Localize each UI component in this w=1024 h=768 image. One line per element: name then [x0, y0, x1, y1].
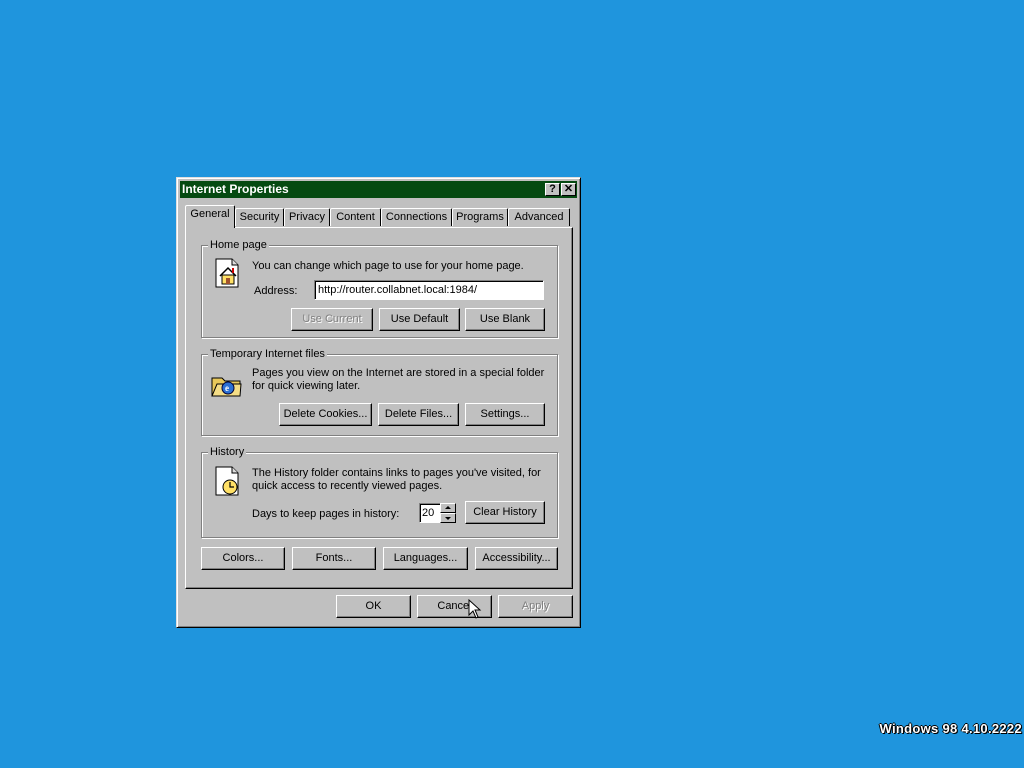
address-field[interactable] [314, 280, 544, 300]
accessibility-button[interactable]: Accessibility... [475, 547, 558, 570]
tab-content[interactable]: Content [330, 208, 381, 226]
fonts-button[interactable]: Fonts... [292, 547, 376, 570]
close-button[interactable]: ✕ [561, 183, 576, 196]
delete-cookies-button[interactable]: Delete Cookies... [279, 403, 372, 426]
history-description-line2: quick access to recently viewed pages. [252, 480, 443, 492]
temp-files-description-line2: for quick viewing later. [252, 380, 361, 392]
temp-files-legend: Temporary Internet files [208, 347, 327, 361]
windows-version-label: Windows 98 4.10.2222 [879, 721, 1022, 736]
temp-files-folder-icon: e [211, 377, 242, 397]
clear-history-button[interactable]: Clear History [465, 501, 545, 524]
history-icon [215, 466, 239, 496]
temporary-internet-files-group: Temporary Internet files e Pages you vie… [201, 347, 558, 436]
tab-security[interactable]: Security [235, 208, 284, 226]
mouse-cursor-icon [468, 599, 482, 619]
spinner-down-icon[interactable] [440, 513, 456, 523]
address-label: Address: [254, 285, 298, 297]
use-default-button[interactable]: Use Default [379, 308, 460, 331]
svg-text:e: e [225, 383, 229, 393]
days-spinner[interactable] [440, 503, 456, 523]
days-to-keep-label: Days to keep pages in history: [252, 508, 400, 520]
use-current-button[interactable]: Use Current [291, 308, 373, 331]
temp-files-description-line1: Pages you view on the Internet are store… [252, 367, 545, 379]
tab-general[interactable]: General [185, 205, 235, 228]
help-button[interactable]: ? [545, 183, 560, 196]
spinner-up-icon[interactable] [440, 503, 456, 513]
tab-privacy[interactable]: Privacy [284, 208, 330, 226]
home-page-group: Home page You can change which page to u… [201, 238, 558, 338]
tab-programs[interactable]: Programs [452, 208, 508, 226]
delete-files-button[interactable]: Delete Files... [378, 403, 459, 426]
apply-button[interactable]: Apply [498, 595, 573, 618]
window-title: Internet Properties [182, 182, 289, 196]
home-page-legend: Home page [208, 238, 269, 252]
title-bar[interactable]: Internet Properties ? ✕ [180, 181, 577, 198]
internet-properties-dialog: Internet Properties ? ✕ General Security… [176, 177, 581, 628]
home-page-description: You can change which page to use for you… [252, 260, 524, 272]
ok-button[interactable]: OK [336, 595, 411, 618]
history-legend: History [208, 445, 247, 459]
tab-advanced[interactable]: Advanced [508, 208, 570, 226]
days-to-keep-input[interactable] [419, 503, 441, 523]
use-blank-button[interactable]: Use Blank [465, 308, 545, 331]
general-tab-panel: Home page You can change which page to u… [185, 227, 573, 589]
history-description-line1: The History folder contains links to pag… [252, 467, 541, 479]
languages-button[interactable]: Languages... [383, 547, 468, 570]
history-group: History The History folder contains link… [201, 445, 558, 538]
settings-button[interactable]: Settings... [465, 403, 545, 426]
colors-button[interactable]: Colors... [201, 547, 285, 570]
tab-connections[interactable]: Connections [381, 208, 452, 226]
home-page-icon [215, 258, 239, 288]
